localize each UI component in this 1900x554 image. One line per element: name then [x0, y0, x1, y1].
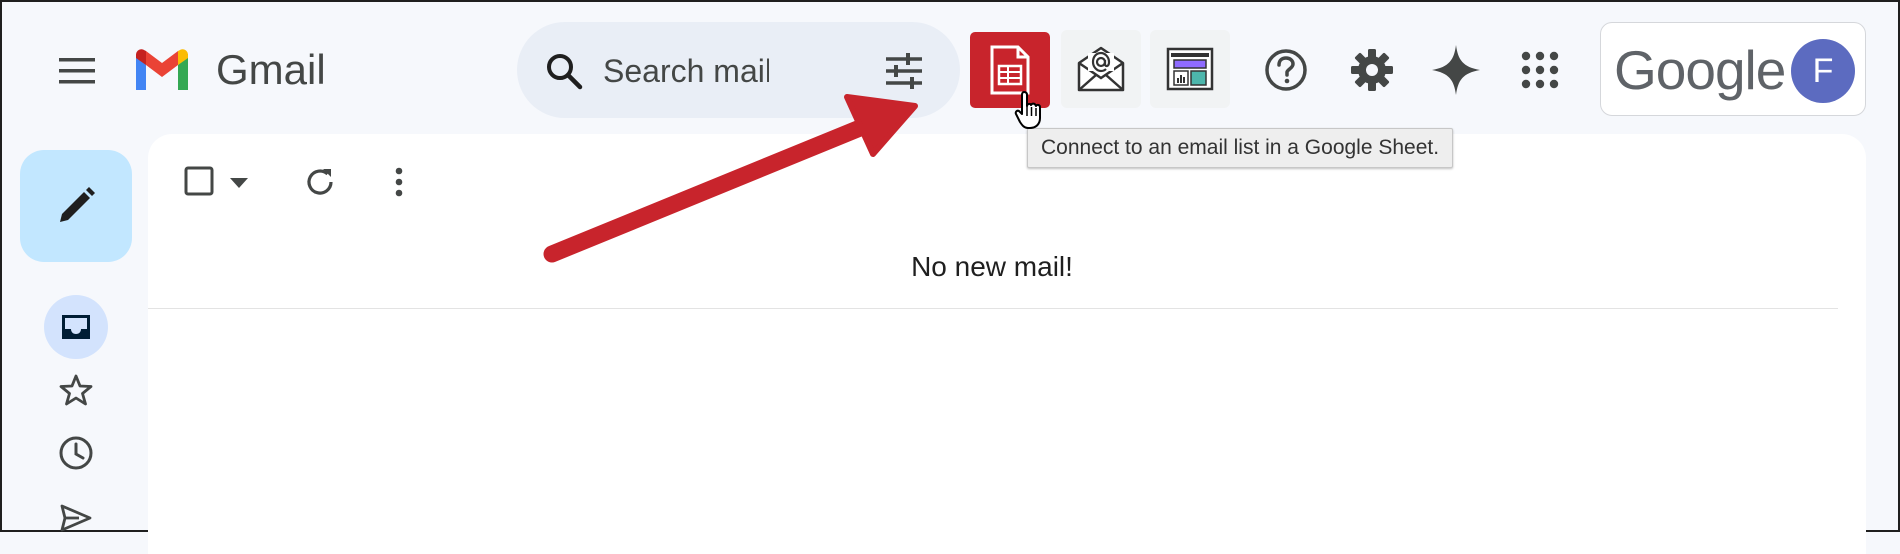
tooltip: Connect to an email list in a Google She… [1027, 128, 1454, 168]
mail-at-envelope-icon [1077, 46, 1125, 92]
mail-addon-button[interactable] [1061, 30, 1141, 108]
support-button[interactable] [1258, 42, 1314, 98]
select-menu-button[interactable] [226, 170, 252, 196]
search-options-button[interactable] [875, 42, 933, 100]
sparkle-icon [1432, 45, 1480, 95]
filter-options-icon [886, 53, 922, 89]
search-button[interactable] [539, 46, 589, 96]
hamburger-menu-icon [59, 58, 95, 84]
sidebar-item-snoozed[interactable] [50, 427, 102, 479]
sidebar-item-sent[interactable] [50, 492, 102, 544]
select-all-checkbox[interactable] [184, 166, 214, 196]
sidebar-item-inbox[interactable] [44, 295, 108, 359]
search-icon [547, 54, 583, 90]
divider [148, 308, 1838, 309]
clock-icon [59, 436, 93, 470]
send-icon [60, 504, 92, 532]
more-options-button[interactable] [382, 162, 416, 202]
google-wordmark: Google [1614, 39, 1786, 101]
caret-down-icon [230, 178, 248, 188]
help-icon [1265, 49, 1307, 91]
inbox-icon [62, 315, 90, 339]
google-sheet-icon [990, 45, 1030, 95]
main-menu-button[interactable] [42, 40, 112, 102]
sidebar-item-starred[interactable] [50, 364, 102, 416]
gemini-button[interactable] [1428, 40, 1484, 100]
more-vert-icon [395, 167, 403, 197]
avatar[interactable]: F [1791, 39, 1855, 103]
gmail-logo-icon[interactable] [132, 46, 192, 94]
template-layout-addon-button[interactable] [1150, 30, 1230, 108]
compose-button[interactable] [20, 150, 132, 262]
google-apps-button[interactable] [1512, 42, 1568, 98]
search-input[interactable] [603, 48, 769, 94]
empty-inbox-message: No new mail! [911, 251, 1073, 282]
star-icon [59, 374, 93, 406]
template-layout-icon [1166, 47, 1214, 91]
checkbox-icon [184, 166, 214, 196]
refresh-button[interactable] [300, 162, 340, 202]
settings-button[interactable] [1344, 42, 1400, 98]
pencil-icon [60, 187, 95, 222]
refresh-icon [307, 169, 333, 195]
gear-icon [1351, 49, 1393, 91]
gmail-wordmark[interactable]: Gmail [216, 46, 326, 94]
hand-pointer-cursor-icon [1014, 91, 1041, 129]
apps-grid-icon [1521, 51, 1559, 89]
